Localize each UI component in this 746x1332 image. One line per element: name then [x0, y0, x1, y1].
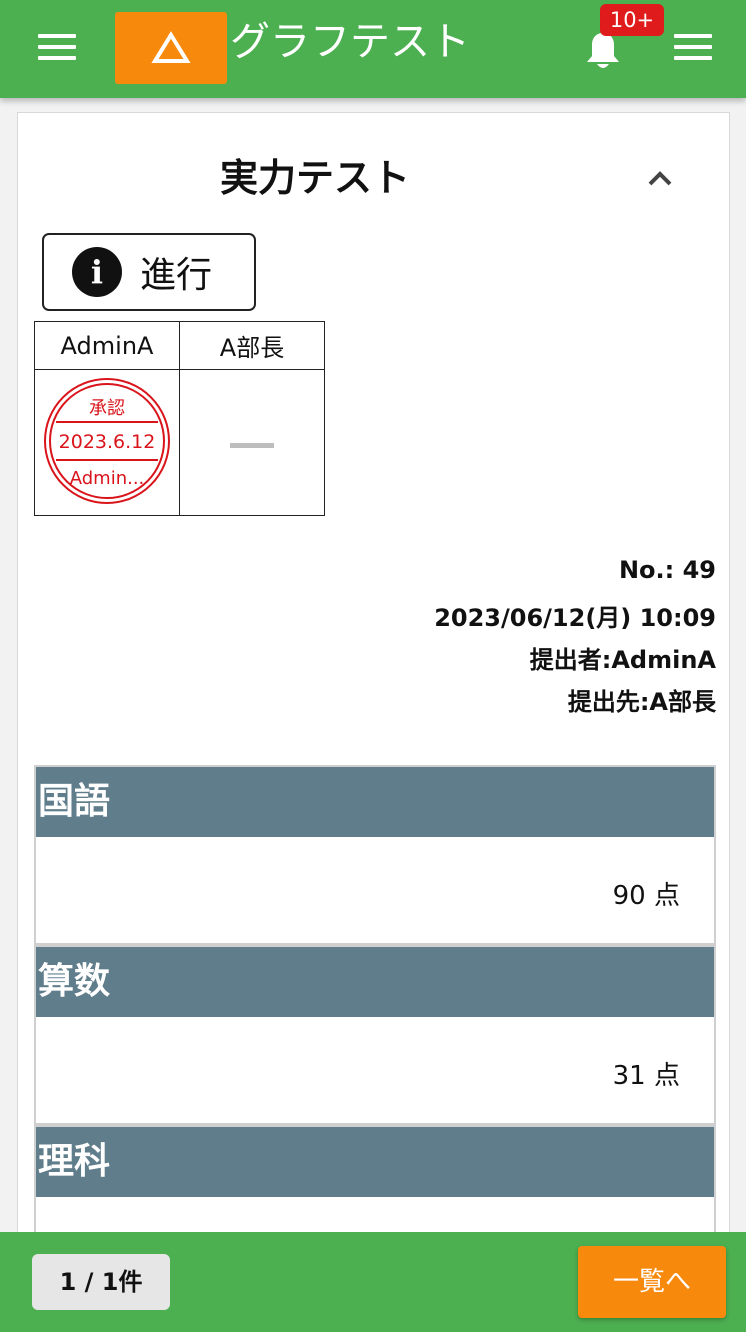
notification-badge[interactable]: 10+: [600, 4, 664, 36]
back-to-list-button[interactable]: 一覧へ: [578, 1246, 726, 1318]
section-body: [36, 1197, 714, 1237]
section-header: 国語: [36, 767, 714, 837]
app-title: グラフテスト: [230, 19, 470, 65]
document-title: 実力テスト: [219, 156, 410, 200]
bottom-bar: 1 / 1件 一覧へ: [0, 1232, 746, 1332]
approver-name: A部長: [179, 321, 325, 370]
approval-stamp: 承認 2023.6.12 Admin...: [44, 377, 170, 504]
section-header: 理科: [36, 1127, 714, 1197]
stamp-user: Admin...: [70, 468, 145, 489]
document-submitter: 提出者:AdminA: [529, 646, 716, 674]
top-app-bar: グラフテスト 10+: [0, 0, 746, 98]
pending-stamp-cell: [179, 369, 325, 516]
section-body: 31 点: [36, 1017, 714, 1123]
section-header: 算数: [36, 947, 714, 1017]
status-button[interactable]: i 進行: [42, 233, 256, 311]
approver-name: AdminA: [34, 321, 180, 370]
section-score: 90 点: [612, 881, 680, 911]
hamburger-icon[interactable]: [674, 34, 712, 62]
bell-icon[interactable]: [584, 30, 622, 72]
stamp-label: 承認: [89, 398, 125, 419]
pager-count: 1 / 1件: [32, 1254, 170, 1310]
status-label: 進行: [140, 255, 213, 296]
stamp-date: 2023.6.12: [59, 431, 156, 453]
hamburger-icon[interactable]: [38, 34, 76, 62]
section-score: 31 点: [612, 1061, 680, 1091]
info-icon: i: [72, 247, 122, 297]
triangle-logo-icon[interactable]: [115, 12, 227, 84]
chevron-up-icon[interactable]: [644, 164, 676, 190]
approval-table: AdminA A部長 承認 2023.6.12 Admin...: [34, 321, 325, 516]
document-number: No.: 49: [618, 556, 716, 584]
pending-dash: [230, 443, 274, 448]
section-body: 90 点: [36, 837, 714, 943]
document-datetime: 2023/06/12(月) 10:09: [434, 604, 716, 632]
approval-stamp-cell: 承認 2023.6.12 Admin...: [34, 369, 180, 516]
document-recipient: 提出先:A部長: [567, 688, 716, 716]
